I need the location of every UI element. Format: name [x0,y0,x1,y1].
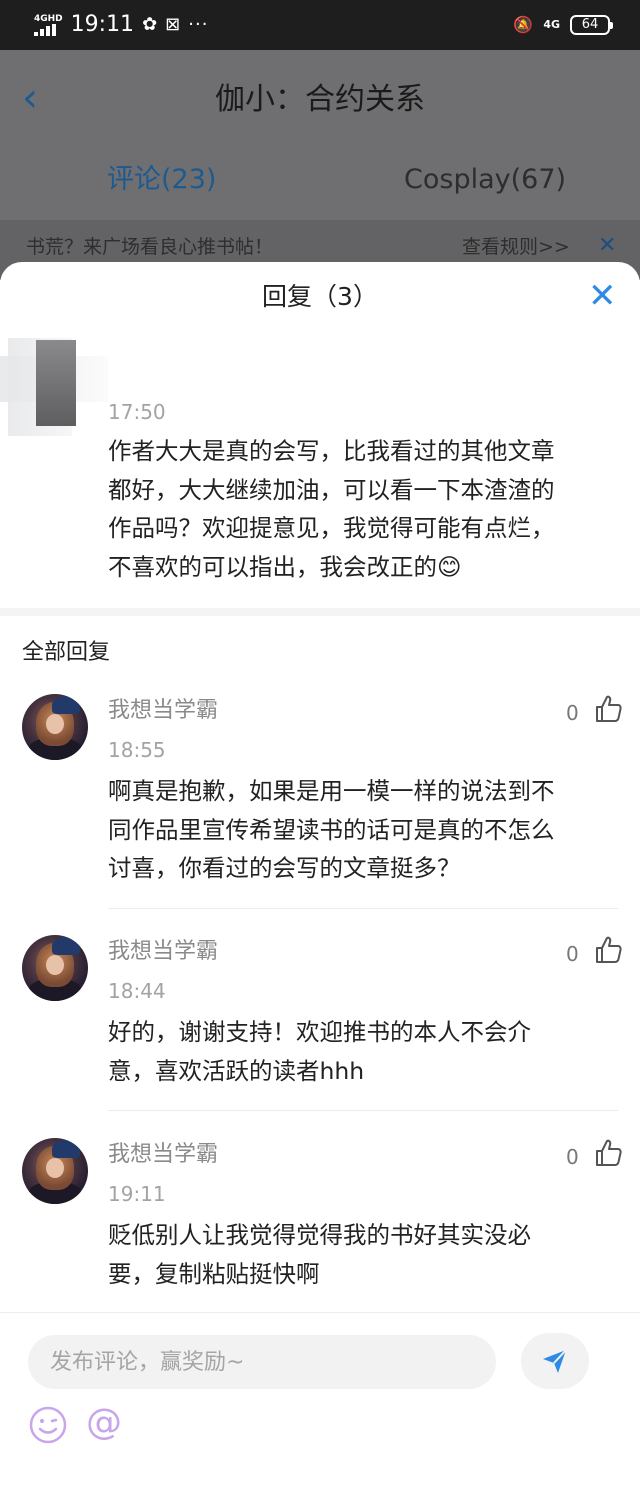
comment-line: 作者大大是真的会写，比我看过的其他文章 [108,437,555,465]
comment-composer: @ [0,1312,640,1498]
network-4g-icon: 4G [543,18,560,31]
original-commenter-avatar[interactable] [0,338,110,448]
reply-time: 19:11 [108,1182,166,1206]
background-tabs: 评论(23) Cosplay(67) [0,155,640,205]
tab-cosplay[interactable]: Cosplay(67) [404,155,566,205]
comment-line: 都好，大大继续加油，可以看一下本渣渣的 [108,475,555,504]
send-button[interactable] [521,1333,589,1389]
send-icon [543,1349,567,1373]
app-notification-icon: ⊠ [165,14,181,35]
signal-bars-icon [34,24,56,36]
reply-author[interactable]: 我想当学霸 [108,1140,218,1170]
section-divider [0,608,640,616]
reply-line: 好的，谢谢支持！欢迎推书的本人不会介 [108,1018,531,1046]
signal-indicator: 4GHD [34,14,63,36]
reply-text: 贬低别人让我觉得觉得我的书好其实没必 要，复制粘贴挺快啊 [108,1216,608,1293]
reply-divider [108,908,618,909]
wechat-icon: ✿ [142,14,158,35]
thumbs-up-icon[interactable] [594,694,624,724]
background-page: ‹ 伽小：合约关系 评论(23) Cosplay(67) 书荒？来广场看良心推书… [0,50,640,280]
reply-time: 18:55 [108,738,166,762]
like-count: 0 [566,701,579,725]
reply-line: 同作品里宣传希望读书的话可是真的不怎么 [108,815,555,844]
mention-button[interactable]: @ [86,1401,122,1445]
thumbs-up-icon[interactable] [594,935,624,965]
mute-bell-icon: 🔕 [513,15,534,34]
avatar[interactable] [22,935,88,1001]
close-icon[interactable]: ✕ [588,276,617,316]
banner-rules-link[interactable]: 查看规则>> [462,234,570,260]
avatar[interactable] [22,694,88,760]
reply-line: 讨喜，你看过的会写的文章挺多？ [108,854,461,882]
network-type: 4GHD [34,14,63,24]
reply-line: 意，喜欢活跃的读者hhh [108,1056,365,1085]
status-right: 🔕 4G 64 [513,12,613,38]
battery-icon: 64 [570,15,613,35]
avatar[interactable] [22,1138,88,1204]
reply-line: 贬低别人让我觉得觉得我的书好其实没必 [108,1221,531,1249]
original-comment-time: 17:50 [108,400,166,424]
reply-time: 18:44 [108,979,166,1003]
reply-line: 要，复制粘贴挺快啊 [108,1259,320,1288]
comment-input[interactable] [28,1335,496,1389]
reply-text: 好的，谢谢支持！欢迎推书的本人不会介 意，喜欢活跃的读者hhh [108,1013,608,1090]
status-time: 19:11 [70,12,135,37]
more-notifications-icon: ··· [188,14,209,35]
sheet-title: 回复（3） [262,282,378,311]
reply-author[interactable]: 我想当学霸 [108,696,218,726]
background-header: ‹ 伽小：合约关系 [0,50,640,150]
page-title: 伽小：合约关系 [215,82,425,117]
emoji-icon[interactable] [28,1405,68,1445]
tab-comments[interactable]: 评论(23) [107,155,216,205]
original-comment-text: 作者大大是真的会写，比我看过的其他文章 都好，大大继续加油，可以看一下本渣渣的 … [108,432,608,586]
like-count: 0 [566,942,579,966]
banner-close-icon[interactable]: ✕ [598,232,616,260]
status-left: 4GHD 19:11 ✿ ⊠ ··· [34,10,208,40]
comment-line: 不喜欢的可以指出，我会改正的😊 [108,552,462,581]
status-bar: 4GHD 19:11 ✿ ⊠ ··· 🔕 4G 64 [0,0,640,50]
all-replies-label: 全部回复 [22,640,111,665]
reply-line: 啊真是抱歉，如果是用一模一样的说法到不 [108,777,555,805]
comment-line: 作品吗？欢迎提意见，我觉得可能有点烂， [108,514,555,542]
banner-text[interactable]: 书荒？来广场看良心推书帖！ [26,234,273,260]
thumbs-up-icon[interactable] [594,1138,624,1168]
reply-divider [108,1110,618,1111]
reply-text: 啊真是抱歉，如果是用一模一样的说法到不 同作品里宣传希望读书的话可是真的不怎么 … [108,772,608,888]
like-count: 0 [566,1145,579,1169]
reply-author[interactable]: 我想当学霸 [108,937,218,967]
